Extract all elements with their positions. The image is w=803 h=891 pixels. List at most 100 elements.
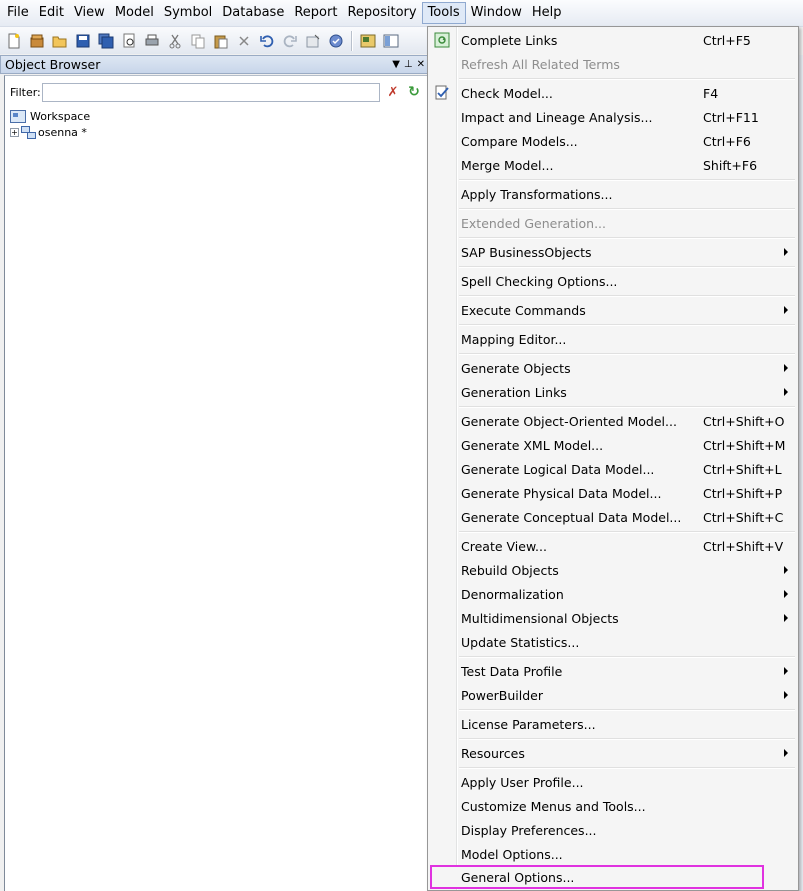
print-preview-icon[interactable] [119, 31, 139, 51]
menu-item-label: Apply Transformations... [461, 186, 613, 202]
menu-item-powerbuilder[interactable]: PowerBuilder [430, 683, 796, 707]
menu-item-customize-menus[interactable]: Customize Menus and Tools... [430, 794, 796, 818]
refresh-icon[interactable]: ↻ [406, 84, 422, 100]
menu-item-shortcut: Ctrl+Shift+O [703, 413, 785, 429]
menu-item-label: Extended Generation... [461, 215, 606, 231]
browser-icon[interactable] [381, 31, 401, 51]
menu-separator [459, 324, 795, 326]
filter-input[interactable] [42, 82, 380, 102]
menu-report[interactable]: Report [289, 2, 342, 24]
menu-item-generate-ldm[interactable]: Generate Logical Data Model... Ctrl+Shif… [430, 457, 796, 481]
menu-item-apply-transformations[interactable]: Apply Transformations... [430, 182, 796, 206]
redo-icon[interactable] [280, 31, 300, 51]
menu-item-license-parameters[interactable]: License Parameters... [430, 712, 796, 736]
menu-item-resources[interactable]: Resources [430, 741, 796, 765]
menu-item-label: Generate Conceptual Data Model... [461, 509, 682, 525]
submenu-arrow-icon [784, 667, 788, 675]
menu-item-shortcut: Ctrl+Shift+M [703, 437, 786, 453]
open-icon[interactable] [50, 31, 70, 51]
object-browser-title: Object Browser [5, 57, 101, 72]
menu-item-shortcut: Ctrl+F6 [703, 133, 751, 149]
new-project-icon[interactable] [27, 31, 47, 51]
menu-item-generation-links[interactable]: Generation Links [430, 380, 796, 404]
print-icon[interactable] [142, 31, 162, 51]
menu-item-label: Model Options... [461, 846, 563, 862]
menu-file[interactable]: File [2, 2, 34, 24]
tree-node-workspace[interactable]: Workspace [10, 108, 90, 124]
undo-icon[interactable] [257, 31, 277, 51]
menu-separator [459, 208, 795, 210]
menu-item-multidimensional-objects[interactable]: Multidimensional Objects [430, 606, 796, 630]
new-icon[interactable] [4, 31, 24, 51]
save-icon[interactable] [73, 31, 93, 51]
check-model-icon[interactable] [326, 31, 346, 51]
menu-item-shortcut: Ctrl+F5 [703, 32, 751, 48]
menu-item-sap-businessobjects[interactable]: SAP BusinessObjects [430, 240, 796, 264]
dropdown-arrow-icon[interactable]: ▼ [392, 59, 400, 70]
menu-separator [459, 738, 795, 740]
toolbar-separator [351, 30, 353, 51]
menu-item-merge-model[interactable]: Merge Model... Shift+F6 [430, 153, 796, 177]
menu-item-execute-commands[interactable]: Execute Commands [430, 298, 796, 322]
menu-item-compare-models[interactable]: Compare Models... Ctrl+F6 [430, 129, 796, 153]
submenu-arrow-icon [784, 566, 788, 574]
menu-item-check-model[interactable]: Check Model... F4 [430, 81, 796, 105]
menu-window[interactable]: Window [466, 2, 527, 24]
menu-item-generate-pdm[interactable]: Generate Physical Data Model... Ctrl+Shi… [430, 481, 796, 505]
menu-item-label: PowerBuilder [461, 687, 544, 703]
menu-item-rebuild-objects[interactable]: Rebuild Objects [430, 558, 796, 582]
menu-item-shortcut: Ctrl+Shift+V [703, 538, 784, 554]
menu-item-general-options[interactable]: General Options... [430, 865, 764, 889]
menu-item-generate-cdm[interactable]: Generate Conceptual Data Model... Ctrl+S… [430, 505, 796, 529]
menu-item-denormalization[interactable]: Denormalization [430, 582, 796, 606]
tree-node-model[interactable]: + osenna * [10, 124, 90, 140]
menu-tools[interactable]: Tools [421, 2, 466, 24]
menu-item-generate-xml[interactable]: Generate XML Model... Ctrl+Shift+M [430, 433, 796, 457]
close-icon[interactable]: ✕ [417, 59, 425, 70]
save-all-icon[interactable] [96, 31, 116, 51]
menu-database[interactable]: Database [217, 2, 289, 24]
pin-icon[interactable]: ⊥ [404, 59, 413, 70]
menu-item-label: Multidimensional Objects [461, 610, 619, 626]
menu-item-model-options[interactable]: Model Options... [430, 842, 796, 866]
menu-help[interactable]: Help [527, 2, 567, 24]
expand-icon[interactable]: + [10, 127, 19, 137]
paste-icon[interactable] [211, 31, 231, 51]
menu-item-apply-user-profile[interactable]: Apply User Profile... [430, 770, 796, 794]
menu-repository[interactable]: Repository [342, 2, 421, 24]
menu-item-label: Generate Objects [461, 360, 571, 376]
menu-item-update-statistics[interactable]: Update Statistics... [430, 630, 796, 654]
submenu-arrow-icon [784, 248, 788, 256]
menu-item-extended-generation[interactable]: Extended Generation... [430, 211, 796, 235]
menu-model[interactable]: Model [110, 2, 159, 24]
menu-item-mapping-editor[interactable]: Mapping Editor... [430, 327, 796, 351]
menu-item-spell-checking[interactable]: Spell Checking Options... [430, 269, 796, 293]
properties-icon[interactable] [303, 31, 323, 51]
workspace-icon[interactable] [358, 31, 378, 51]
menu-item-generate-oom[interactable]: Generate Object-Oriented Model... Ctrl+S… [430, 409, 796, 433]
delete-icon[interactable] [234, 31, 254, 51]
menu-item-impact-lineage[interactable]: Impact and Lineage Analysis... Ctrl+F11 [430, 105, 796, 129]
cut-icon[interactable] [165, 31, 185, 51]
menu-view[interactable]: View [69, 2, 110, 24]
clear-filter-icon[interactable]: ✗ [385, 84, 401, 100]
menu-symbol[interactable]: Symbol [159, 2, 217, 24]
menu-item-label: Merge Model... [461, 157, 554, 173]
object-browser-panel [4, 75, 430, 891]
menu-item-label: Generate Logical Data Model... [461, 461, 655, 477]
menu-item-create-view[interactable]: Create View... Ctrl+Shift+V [430, 534, 796, 558]
workspace-node-icon [10, 109, 26, 123]
menu-separator [459, 709, 795, 711]
menu-item-shortcut: Ctrl+Shift+C [703, 509, 784, 525]
menu-edit[interactable]: Edit [34, 2, 69, 24]
menu-item-label: Create View... [461, 538, 547, 554]
copy-icon[interactable] [188, 31, 208, 51]
menu-item-complete-links[interactable]: Complete Links Ctrl+F5 [430, 28, 796, 52]
submenu-arrow-icon [784, 306, 788, 314]
menu-item-generate-objects[interactable]: Generate Objects [430, 356, 796, 380]
menu-item-refresh-related-terms[interactable]: Refresh All Related Terms [430, 52, 796, 76]
menu-item-test-data-profile[interactable]: Test Data Profile [430, 659, 796, 683]
menu-item-shortcut: Ctrl+F11 [703, 109, 759, 125]
menu-item-display-preferences[interactable]: Display Preferences... [430, 818, 796, 842]
submenu-arrow-icon [784, 691, 788, 699]
